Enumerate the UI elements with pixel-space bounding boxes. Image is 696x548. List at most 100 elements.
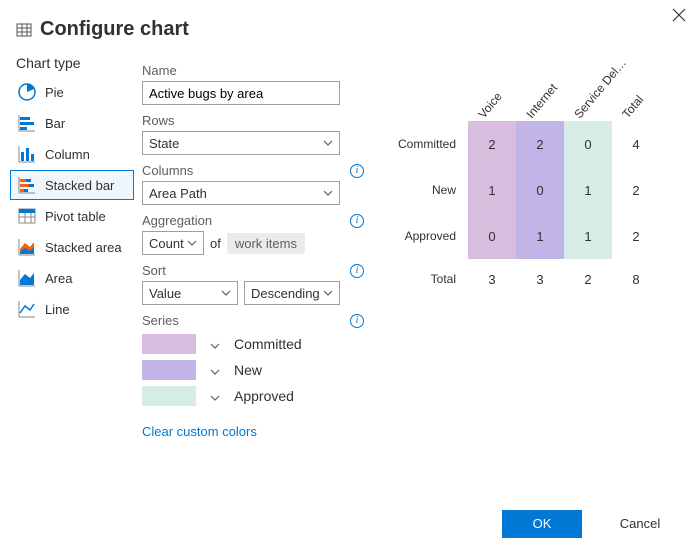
column-header: Voice — [475, 75, 517, 121]
sort-label: Sort — [142, 263, 166, 278]
chevron-down-icon — [323, 288, 333, 298]
chart-type-stacked-area[interactable]: Stacked area — [10, 232, 134, 262]
chevron-down-icon — [187, 238, 197, 248]
chart-type-label: Area — [45, 271, 72, 286]
chevron-down-icon[interactable] — [210, 339, 220, 349]
table-cell: 2 — [612, 213, 660, 259]
pie-icon — [17, 82, 37, 102]
clear-custom-colors-link[interactable]: Clear custom colors — [142, 424, 364, 439]
ok-button[interactable]: OK — [502, 510, 582, 538]
color-swatch[interactable] — [142, 334, 196, 354]
color-swatch[interactable] — [142, 360, 196, 380]
chart-type-bar[interactable]: Bar — [10, 108, 134, 138]
pivot-table-icon — [17, 206, 37, 226]
series-item: New — [142, 360, 364, 380]
color-swatch[interactable] — [142, 386, 196, 406]
chart-type-label: Line — [45, 302, 70, 317]
stacked-bar-icon — [17, 175, 37, 195]
info-icon[interactable]: i — [350, 164, 364, 178]
info-icon[interactable]: i — [350, 314, 364, 328]
name-label: Name — [142, 63, 364, 78]
table-row: New 1 0 1 2 — [388, 167, 660, 213]
columns-select[interactable]: Area Path — [142, 181, 340, 205]
chart-type-area[interactable]: Area — [10, 263, 134, 293]
table-row: Approved 0 1 1 2 — [388, 213, 660, 259]
chart-type-label: Pivot table — [45, 209, 106, 224]
table-cell: 3 — [516, 259, 564, 299]
chart-type-pivot-table[interactable]: Pivot table — [10, 201, 134, 231]
chevron-down-icon[interactable] — [210, 365, 220, 375]
chart-preview: Voice Internet Service Del… Total Commit… — [364, 55, 696, 299]
table-cell: 2 — [468, 121, 516, 167]
series-item: Approved — [142, 386, 364, 406]
columns-label: Columns — [142, 163, 193, 178]
sort-by-value: Value — [149, 286, 181, 301]
table-cell: 4 — [612, 121, 660, 167]
aggregation-label: Aggregation — [142, 213, 212, 228]
table-cell: 2 — [564, 259, 612, 299]
chart-type-stacked-bar[interactable]: Stacked bar — [10, 170, 134, 200]
cancel-button[interactable]: Cancel — [600, 510, 680, 538]
name-input[interactable] — [142, 81, 340, 105]
series-list: Committed New Approved — [142, 334, 364, 406]
series-item-label: New — [234, 362, 262, 378]
chart-type-label: Pie — [45, 85, 64, 100]
chart-type-column[interactable]: Column — [10, 139, 134, 169]
chevron-down-icon[interactable] — [210, 391, 220, 401]
rows-select[interactable]: State — [142, 131, 340, 155]
chevron-down-icon — [323, 138, 333, 148]
sort-direction-select[interactable]: Descending — [244, 281, 340, 305]
configure-form: Name Rows State Columns i Area Path Aggr… — [142, 55, 364, 439]
chart-type-line[interactable]: Line — [10, 294, 134, 324]
row-header: Approved — [388, 213, 468, 259]
table-cell: 3 — [468, 259, 516, 299]
workitems-pill: work items — [227, 233, 305, 254]
bar-icon — [17, 113, 37, 133]
table-cell: 2 — [612, 167, 660, 213]
rows-label: Rows — [142, 113, 175, 128]
stacked-area-icon — [17, 237, 37, 257]
chart-type-heading: Chart type — [16, 55, 136, 71]
series-item-label: Approved — [234, 388, 294, 404]
of-label: of — [210, 236, 221, 251]
dialog-footer: OK Cancel — [502, 510, 680, 538]
info-icon[interactable]: i — [350, 214, 364, 228]
columns-value: Area Path — [149, 186, 207, 201]
row-header: Total — [388, 259, 468, 299]
chart-type-sidebar: Chart type Pie Bar Column Stacked bar — [8, 55, 136, 325]
table-cell: 1 — [516, 213, 564, 259]
chevron-down-icon — [221, 288, 231, 298]
table-row: Committed 2 2 0 4 — [388, 121, 660, 167]
column-icon — [17, 144, 37, 164]
aggregation-select[interactable]: Count — [142, 231, 204, 255]
column-header: Service Del… — [571, 75, 613, 121]
rows-value: State — [149, 136, 179, 151]
series-label: Series — [142, 313, 179, 328]
sort-direction-value: Descending — [251, 286, 320, 301]
chart-type-pie[interactable]: Pie — [10, 77, 134, 107]
chart-type-label: Stacked bar — [45, 178, 114, 193]
chart-type-label: Bar — [45, 116, 65, 131]
chevron-down-icon — [323, 188, 333, 198]
dialog-header: Configure chart — [0, 0, 696, 41]
sort-by-select[interactable]: Value — [142, 281, 238, 305]
dialog-title: Configure chart — [40, 18, 189, 41]
column-header: Internet — [523, 75, 565, 121]
table-icon — [16, 22, 32, 38]
table-cell: 2 — [516, 121, 564, 167]
row-header: New — [388, 167, 468, 213]
series-item: Committed — [142, 334, 364, 354]
close-icon[interactable] — [668, 4, 690, 31]
table-cell: 0 — [516, 167, 564, 213]
chart-type-label: Stacked area — [45, 240, 122, 255]
info-icon[interactable]: i — [350, 264, 364, 278]
table-cell: 0 — [564, 121, 612, 167]
row-header: Committed — [388, 121, 468, 167]
aggregation-value: Count — [149, 236, 184, 251]
table-cell: 8 — [612, 259, 660, 299]
table-cell: 1 — [468, 167, 516, 213]
table-cell: 0 — [468, 213, 516, 259]
table-row: Total 3 3 2 8 — [388, 259, 660, 299]
column-header: Total — [619, 75, 661, 121]
area-icon — [17, 268, 37, 288]
